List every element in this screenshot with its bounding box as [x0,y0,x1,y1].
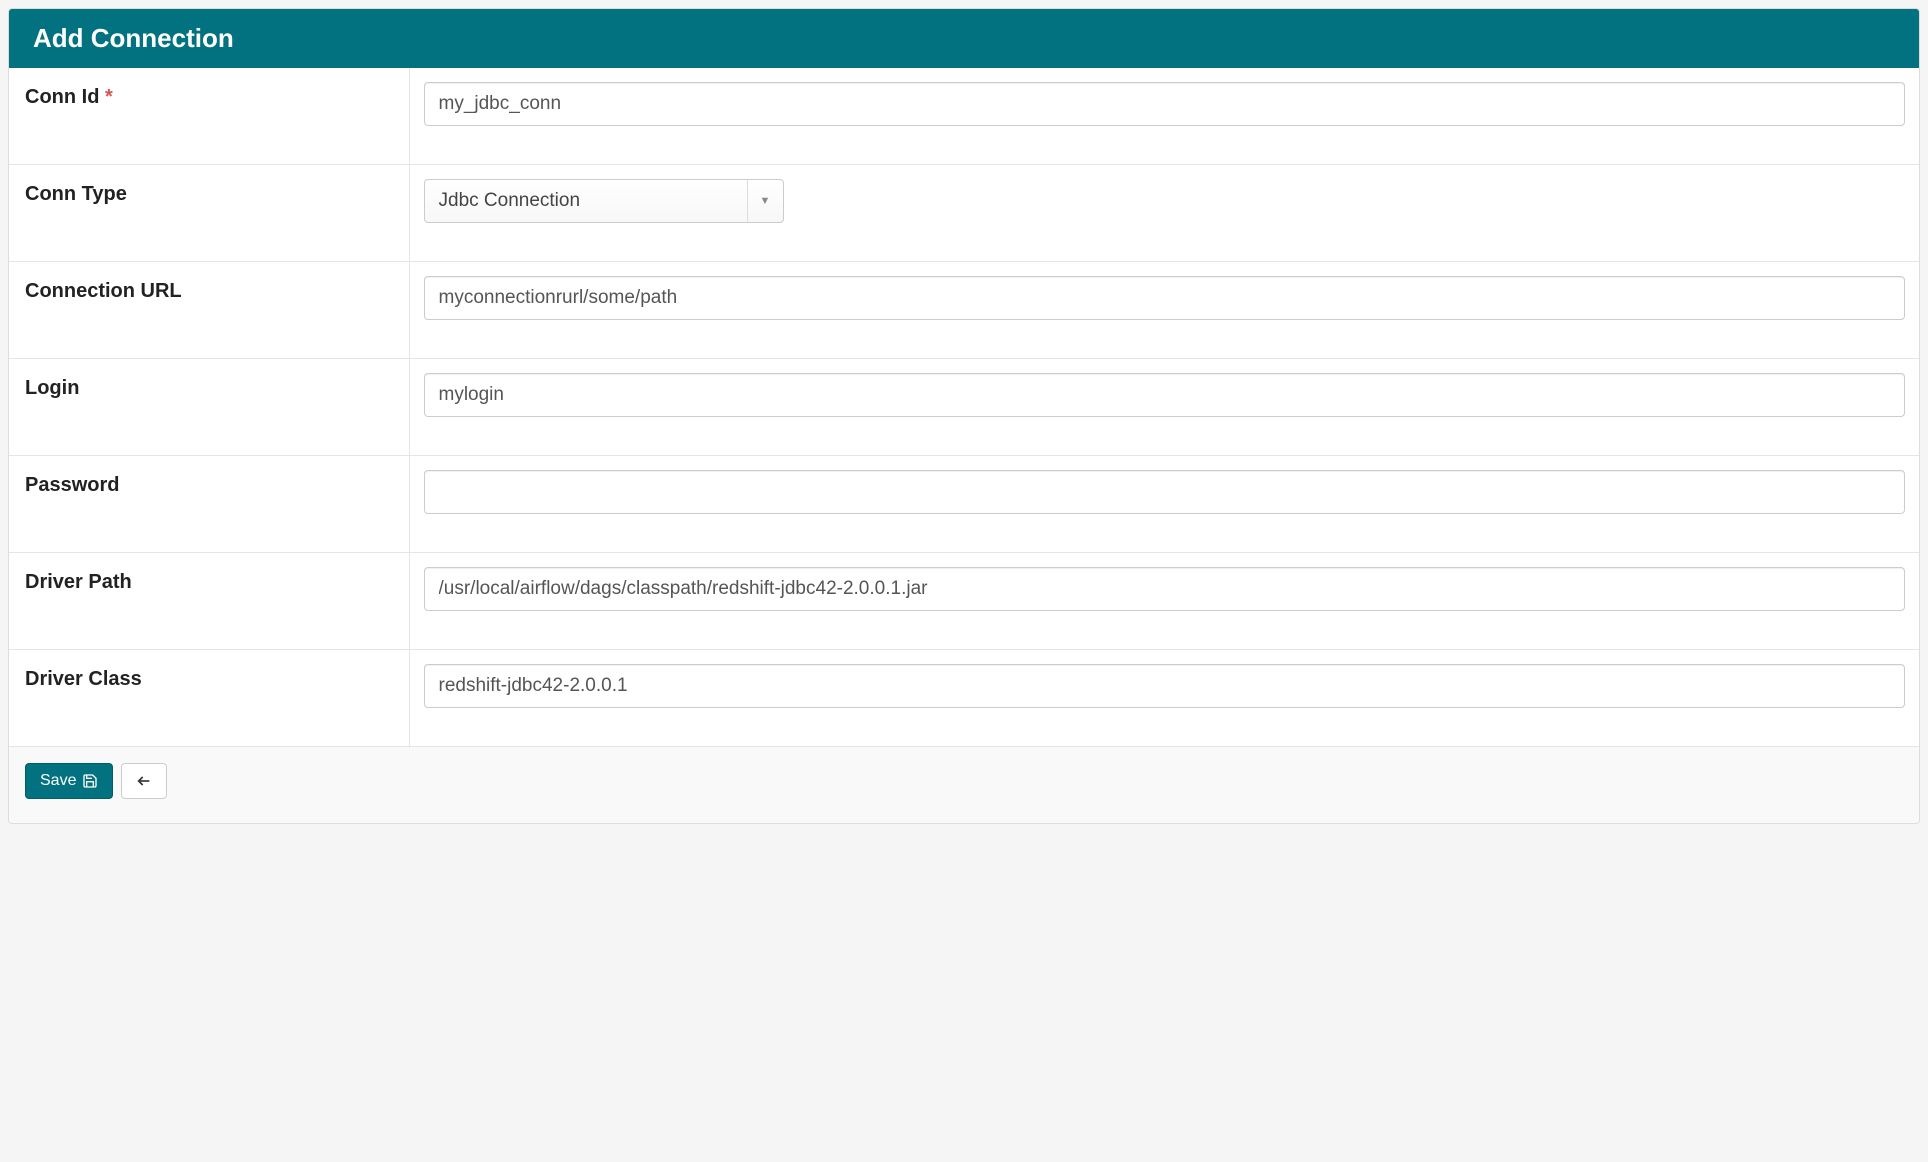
row-driver-path: Driver Path [9,553,1919,650]
row-conn-type: Conn Type Jdbc Connection ▼ [9,165,1919,262]
form-table: Conn Id * Conn Type Jdbc Connection ▼ [9,68,1919,746]
conn-type-label: Conn Type [25,183,127,205]
add-connection-panel: Add Connection Conn Id * Conn Type Jdbc … [8,8,1920,824]
required-marker: * [105,86,113,108]
driver-path-label: Driver Path [25,571,132,593]
conn-type-select[interactable]: Jdbc Connection ▼ [424,179,784,223]
conn-type-selected-value: Jdbc Connection [425,180,783,222]
driver-path-input[interactable] [424,567,1906,611]
password-label: Password [25,474,119,496]
login-label: Login [25,377,79,399]
conn-id-label: Conn Id [25,86,99,108]
connection-url-input[interactable] [424,276,1906,320]
row-password: Password [9,456,1919,553]
row-conn-id: Conn Id * [9,68,1919,165]
back-button[interactable] [121,763,167,799]
arrow-left-icon [136,773,152,789]
password-input[interactable] [424,470,1906,514]
save-button[interactable]: Save [25,763,113,799]
row-connection-url: Connection URL [9,262,1919,359]
conn-id-input[interactable] [424,82,1906,126]
chevron-down-icon: ▼ [747,180,783,222]
row-driver-class: Driver Class [9,650,1919,747]
driver-class-label: Driver Class [25,668,142,690]
save-button-label: Save [40,772,76,790]
footer-actions: Save [9,746,1919,823]
panel-title: Add Connection [9,9,1919,68]
login-input[interactable] [424,373,1906,417]
save-icon [82,773,98,789]
driver-class-input[interactable] [424,664,1906,708]
connection-url-label: Connection URL [25,280,182,302]
row-login: Login [9,359,1919,456]
